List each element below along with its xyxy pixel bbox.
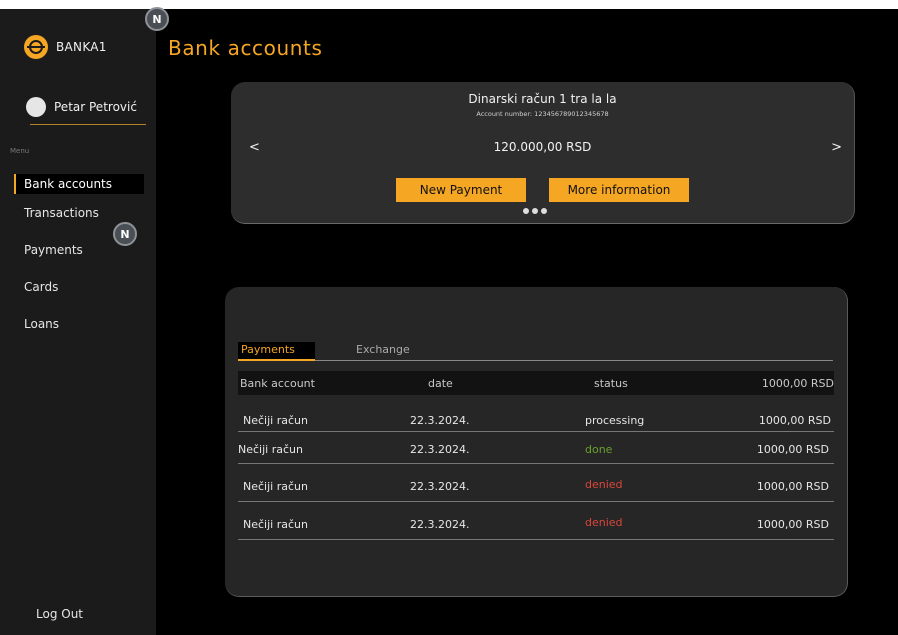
user-profile[interactable]: Petar Petrović xyxy=(26,97,137,117)
cell-date: 22.3.2024. xyxy=(410,443,470,456)
cell-amount: 1000,00 RSD xyxy=(756,443,829,456)
more-information-button[interactable]: More information xyxy=(549,178,689,202)
row-divider xyxy=(238,539,834,540)
sidebar-item-payments[interactable]: Payments xyxy=(24,243,83,257)
user-name: Petar Petrović xyxy=(54,100,137,114)
tab-exchange[interactable]: Exchange xyxy=(356,342,410,356)
bank-logo-icon xyxy=(24,35,48,59)
cell-account: Nečiji račun xyxy=(243,414,308,427)
sidebar-item-label: Bank accounts xyxy=(24,177,113,191)
tab-payments[interactable]: Payments xyxy=(238,342,315,361)
table-row[interactable]: Nečiji račun 22.3.2024. processing 1000,… xyxy=(238,408,834,432)
cell-account: Nečiji račun xyxy=(243,518,308,531)
account-number: Account number: 123456789012345678 xyxy=(476,110,609,118)
cell-amount: 1000,00 RSD xyxy=(756,518,829,531)
table-row[interactable]: Nečiji račun 22.3.2024. done 1000,00 RSD xyxy=(238,440,834,464)
cell-amount: 1000,00 RSD xyxy=(756,480,829,493)
sidebar-item-cards[interactable]: Cards xyxy=(24,280,58,294)
row-divider xyxy=(238,431,834,432)
carousel-dot[interactable] xyxy=(532,208,538,214)
cell-date: 22.3.2024. xyxy=(410,518,470,531)
status-denied: denied xyxy=(585,478,623,491)
menu-label: Menu xyxy=(10,147,30,155)
window-top-strip xyxy=(0,0,898,9)
account-balance: 120.000,00 RSD xyxy=(493,140,592,154)
app-logo[interactable]: BANKA1 xyxy=(24,35,107,59)
new-payment-button[interactable]: New Payment xyxy=(396,178,526,202)
carousel-dot[interactable] xyxy=(523,208,529,214)
status-denied: denied xyxy=(585,516,623,529)
table-header: Bank account date status 1000,00 RSD xyxy=(238,371,834,395)
status-done: done xyxy=(585,443,613,456)
logout-link[interactable]: Log Out xyxy=(36,607,83,621)
sidebar-item-transactions[interactable]: Transactions xyxy=(24,206,99,220)
account-card: Dinarski račun 1 tra la la Account numbe… xyxy=(231,82,855,224)
column-header: date xyxy=(428,377,453,390)
avatar xyxy=(26,97,46,117)
table-row[interactable]: Nečiji račun 22.3.2024. denied 1000,00 R… xyxy=(238,515,834,539)
sidebar: BANKA1 Petar Petrović Menu Bank accounts… xyxy=(0,9,156,635)
cell-date: 22.3.2024. xyxy=(410,480,470,493)
transactions-card: Payments Exchange Bank account date stat… xyxy=(225,287,848,597)
column-header: 1000,00 RSD xyxy=(761,377,834,390)
notification-badge[interactable]: N xyxy=(145,7,169,31)
cell-account: Nečiji račun xyxy=(238,443,303,456)
status-processing: processing xyxy=(585,414,645,427)
column-header: status xyxy=(594,377,628,390)
page-title: Bank accounts xyxy=(168,36,323,60)
account-name: Dinarski račun 1 tra la la xyxy=(468,92,617,106)
cell-account: Nečiji račun xyxy=(243,480,308,493)
cell-date: 22.3.2024. xyxy=(410,414,470,427)
carousel-next-button[interactable]: > xyxy=(831,140,842,155)
app-name: BANKA1 xyxy=(56,40,107,54)
carousel-dot[interactable] xyxy=(541,208,547,214)
notification-badge[interactable]: N xyxy=(113,222,137,246)
table-row[interactable]: Nečiji račun 22.3.2024. denied 1000,00 R… xyxy=(238,477,834,501)
carousel-dots xyxy=(523,208,547,214)
sidebar-item-loans[interactable]: Loans xyxy=(24,317,59,331)
column-header: Bank account xyxy=(240,377,315,390)
sidebar-item-bank-accounts[interactable]: Bank accounts xyxy=(14,174,144,194)
row-divider xyxy=(238,501,834,502)
row-divider xyxy=(238,463,834,464)
divider xyxy=(30,124,146,125)
cell-amount: 1000,00 RSD xyxy=(758,414,831,427)
tab-bar: Payments Exchange xyxy=(238,342,833,361)
